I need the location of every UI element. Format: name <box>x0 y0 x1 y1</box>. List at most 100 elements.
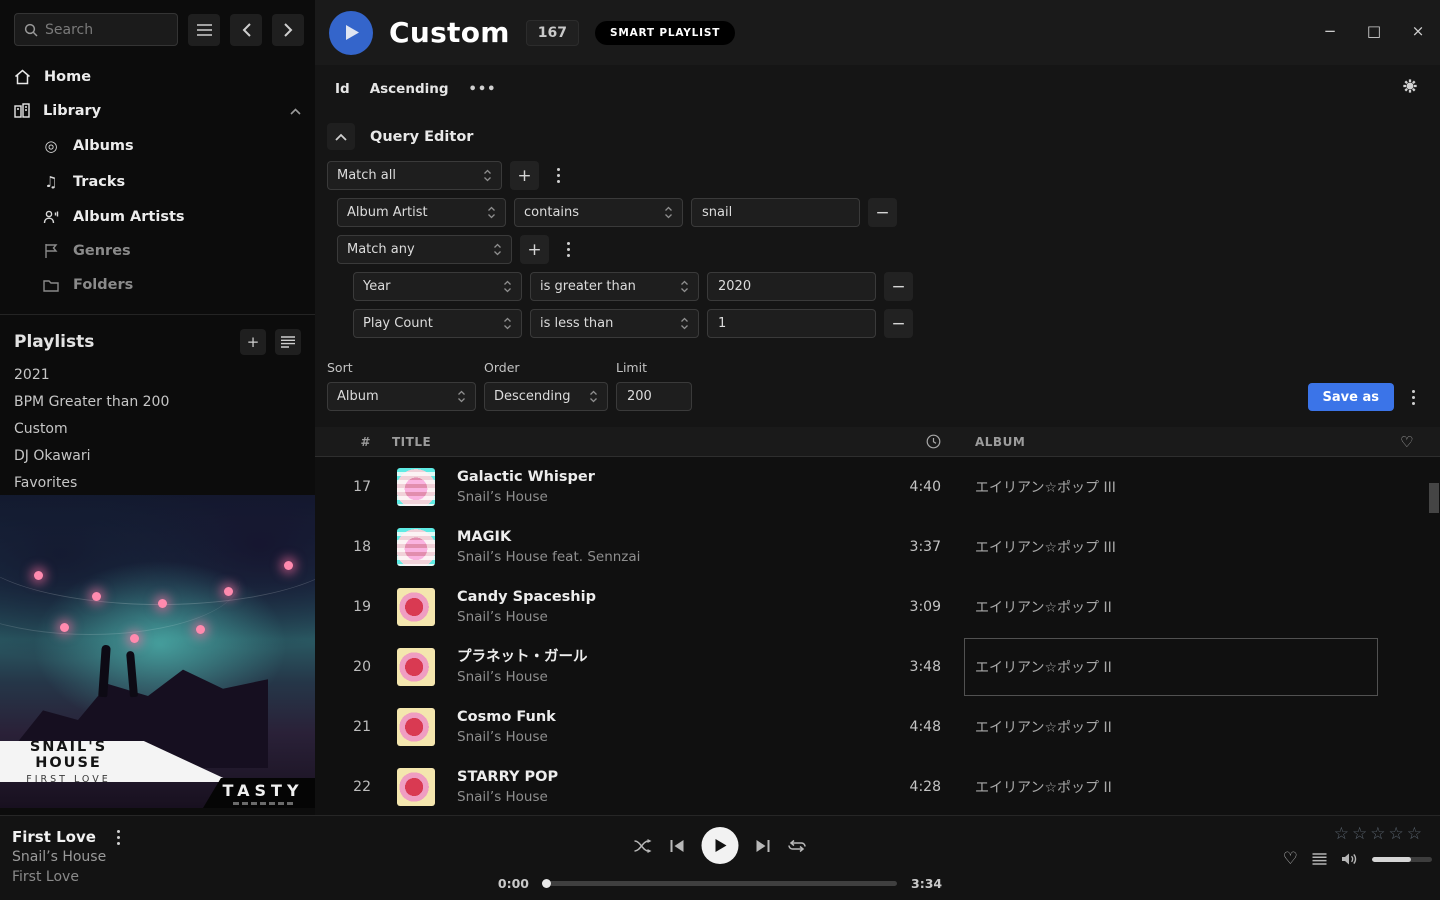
save-menu-button[interactable] <box>1402 383 1424 411</box>
track-artist[interactable]: Snail’s House <box>457 607 876 627</box>
seek-slider[interactable] <box>543 881 897 886</box>
more-options-button[interactable]: ••• <box>469 82 497 97</box>
group-menu-button[interactable] <box>557 235 579 264</box>
remove-rule-button[interactable]: − <box>884 309 913 338</box>
search-input[interactable] <box>45 22 155 38</box>
smart-playlist-badge: SMART PLAYLIST <box>595 21 735 45</box>
track-album-focused-cell[interactable]: エイリアン☆ポップ II <box>956 637 1400 697</box>
previous-button[interactable] <box>670 839 685 853</box>
rule-menu-button[interactable] <box>547 161 569 190</box>
menu-button[interactable] <box>188 14 220 46</box>
track-row[interactable]: 21 Cosmo Funk Snail’s House 4:48 エイリアン☆ポ… <box>315 697 1440 757</box>
rule-value-input[interactable] <box>707 309 876 338</box>
playlist-item[interactable]: BPM Greater than 200 <box>0 388 315 415</box>
rule-field-select[interactable]: Album Artist <box>337 198 506 227</box>
sort-select[interactable]: Album <box>327 382 476 411</box>
add-rule-button[interactable]: + <box>510 161 539 190</box>
order-select[interactable]: Descending <box>484 382 608 411</box>
sort-direction-button[interactable]: Ascending <box>370 81 449 97</box>
rule-operator-select[interactable]: is less than <box>530 309 699 338</box>
art-watermark-text: TASTY <box>214 781 303 800</box>
track-row[interactable]: 17 Galactic Whisper Snail’s House 4:40 エ… <box>315 457 1440 517</box>
nav-back-button[interactable] <box>230 14 262 46</box>
track-row[interactable]: 22 STARRY POP Snail’s House 4:28 エイリアン☆ポ… <box>315 757 1440 817</box>
queue-button[interactable] <box>1312 853 1327 866</box>
select-chevron-icon <box>680 317 689 330</box>
track-album[interactable]: エイリアン☆ポップ II <box>956 757 1400 817</box>
now-playing-menu-button[interactable] <box>108 829 130 845</box>
now-playing-album[interactable]: First Love <box>12 867 130 887</box>
seek-handle[interactable] <box>542 879 551 888</box>
track-album[interactable]: エイリアン☆ポップ II <box>956 697 1400 757</box>
sort-field-button[interactable]: Id <box>335 81 350 97</box>
query-editor-collapse-button[interactable] <box>327 123 355 150</box>
window-close-button[interactable]: × <box>1410 22 1426 40</box>
rating-stars[interactable]: ☆☆☆☆☆ <box>1334 824 1425 844</box>
sidebar-item-tracks[interactable]: ♫ Tracks <box>0 164 315 200</box>
track-row[interactable]: 18 MAGIK Snail’s House feat. Sennzai 3:3… <box>315 517 1440 577</box>
track-album[interactable]: エイリアン☆ポップ II <box>956 577 1400 637</box>
favorite-column-header[interactable]: ♡ <box>1400 433 1440 451</box>
favorite-button[interactable]: ♡ <box>1283 849 1298 869</box>
playlist-item[interactable]: Favorites <box>0 469 315 496</box>
now-playing-title[interactable]: First Love <box>12 827 96 847</box>
match-type-select[interactable]: Match all <box>327 161 502 190</box>
track-artist[interactable]: Snail’s House <box>457 787 876 807</box>
nav-forward-button[interactable] <box>272 14 304 46</box>
track-title: Galactic Whisper <box>457 467 876 487</box>
rule-value-input[interactable] <box>707 272 876 301</box>
playlist-list-button[interactable] <box>275 329 301 355</box>
index-column-header[interactable]: # <box>331 435 379 449</box>
playlist-item[interactable]: 2021 <box>0 361 315 388</box>
group-match-type-select[interactable]: Match any <box>337 235 512 264</box>
search-box[interactable] <box>14 13 178 46</box>
window-maximize-button[interactable]: □ <box>1366 22 1382 40</box>
add-playlist-button[interactable]: + <box>240 329 266 355</box>
sidebar-item-albums[interactable]: ◎ Albums <box>0 128 315 164</box>
now-playing-artist[interactable]: Snail’s House <box>12 847 130 867</box>
rule-field-select[interactable]: Year <box>353 272 522 301</box>
now-playing-album-art[interactable]: SNAIL'S HOUSE FIRST LOVE TASTY <box>0 495 315 808</box>
select-chevron-icon <box>503 280 512 293</box>
track-artist[interactable]: Snail’s House <box>457 667 876 687</box>
sidebar-item-folders[interactable]: Folders <box>0 268 315 302</box>
track-artist[interactable]: Snail’s House <box>457 487 876 507</box>
volume-icon[interactable] <box>1341 852 1358 866</box>
track-artist[interactable]: Snail’s House <box>457 727 876 747</box>
track-row[interactable]: 19 Candy Spaceship Snail’s House 3:09 エイ… <box>315 577 1440 637</box>
scrollbar-thumb[interactable] <box>1429 483 1439 513</box>
volume-slider[interactable] <box>1372 857 1432 862</box>
sidebar-item-library[interactable]: Library <box>0 94 315 128</box>
settings-gear-icon[interactable] <box>1402 78 1418 94</box>
play-pause-button[interactable] <box>702 827 739 864</box>
track-row[interactable]: 20 プラネット・ガール Snail’s House 3:48 エイリアン☆ポッ… <box>315 637 1440 697</box>
track-album[interactable]: エイリアン☆ポップ III <box>956 517 1400 577</box>
play-playlist-button[interactable] <box>329 11 373 55</box>
window-minimize-button[interactable]: − <box>1322 22 1338 40</box>
repeat-button[interactable] <box>788 839 807 853</box>
rule-operator-select[interactable]: is greater than <box>530 272 699 301</box>
track-album[interactable]: エイリアン☆ポップ III <box>956 457 1400 517</box>
playlist-item[interactable]: DJ Okawari <box>0 442 315 469</box>
order-label: Order <box>484 360 608 375</box>
collapse-chevron-icon[interactable] <box>290 108 301 115</box>
title-column-header[interactable]: TITLE <box>379 435 876 449</box>
playlist-item[interactable]: Custom <box>0 415 315 442</box>
save-as-button[interactable]: Save as <box>1308 383 1394 411</box>
rule-value-input[interactable] <box>691 198 860 227</box>
sidebar-item-album-artists[interactable]: Album Artists <box>0 200 315 234</box>
album-column-header[interactable]: ALBUM <box>956 435 1400 449</box>
albums-icon: ◎ <box>42 137 60 155</box>
limit-input[interactable] <box>616 382 692 411</box>
remove-rule-button[interactable]: − <box>868 198 897 227</box>
duration-column-header[interactable] <box>876 434 956 449</box>
sidebar-item-home[interactable]: Home <box>0 60 315 94</box>
rule-field-select[interactable]: Play Count <box>353 309 522 338</box>
add-group-rule-button[interactable]: + <box>520 235 549 264</box>
track-artist[interactable]: Snail’s House feat. Sennzai <box>457 547 876 567</box>
remove-rule-button[interactable]: − <box>884 272 913 301</box>
sidebar-item-genres[interactable]: Genres <box>0 234 315 268</box>
rule-operator-select[interactable]: contains <box>514 198 683 227</box>
next-button[interactable] <box>756 839 771 853</box>
shuffle-button[interactable] <box>634 839 653 853</box>
